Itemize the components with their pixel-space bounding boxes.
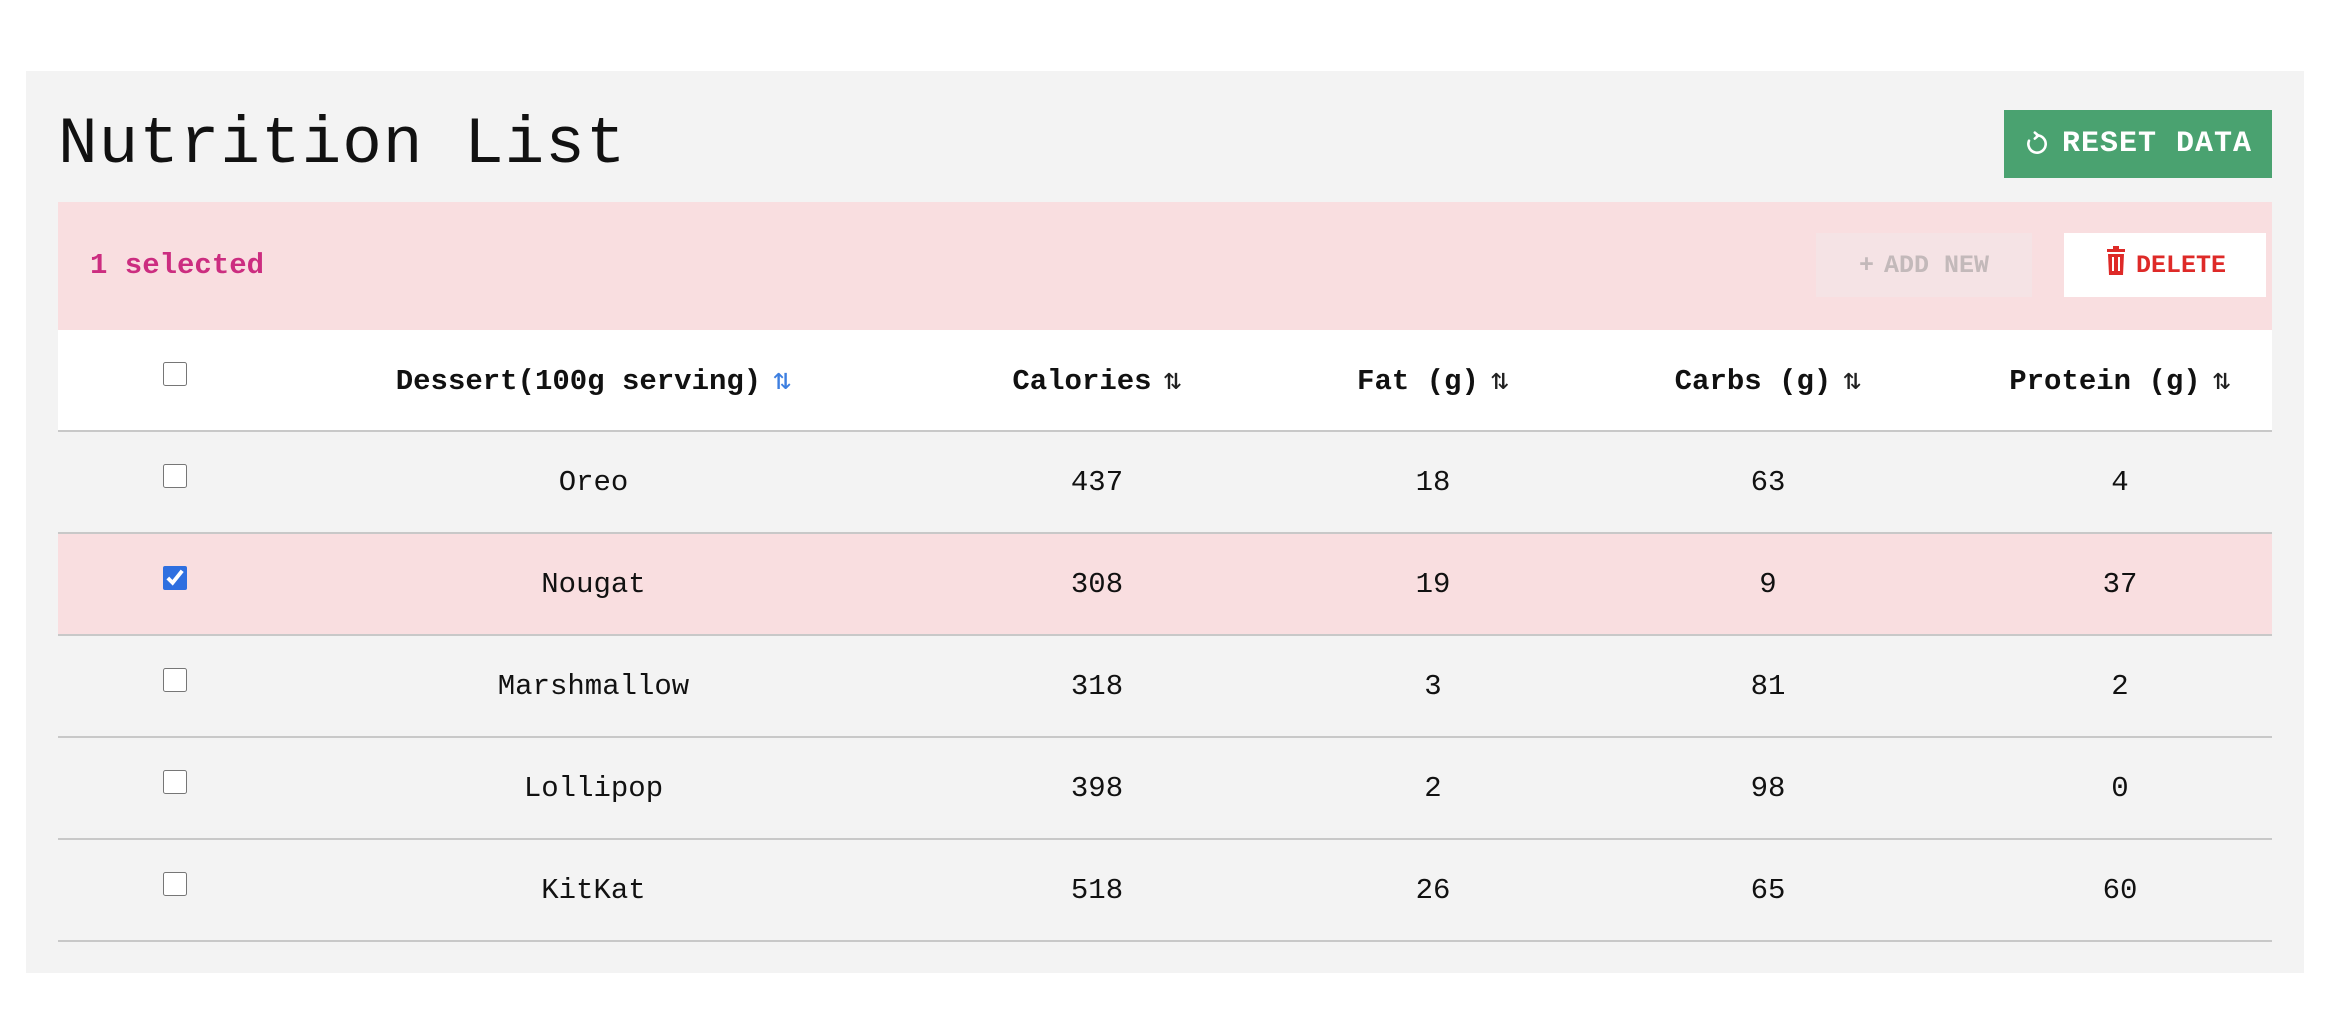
- column-header-carbs[interactable]: Carbs (g) ⇅: [1568, 330, 1968, 431]
- table-header-row: Dessert(100g serving) ⇅ Calories ⇅ Fat (g)…: [58, 330, 2272, 431]
- column-header-protein[interactable]: Protein (g) ⇅: [1968, 330, 2272, 431]
- dessert-cell: Nougat: [541, 567, 646, 601]
- row-checkbox[interactable]: [162, 667, 187, 692]
- carbs-cell: 65: [1750, 873, 1786, 907]
- row-checkbox[interactable]: [162, 871, 187, 896]
- nutrition-table: Dessert(100g serving) ⇅ Calories ⇅ Fat (g)…: [58, 330, 2272, 942]
- row-checkbox[interactable]: [162, 769, 187, 794]
- refresh-icon: [2024, 131, 2050, 157]
- carbs-cell: 98: [1750, 771, 1786, 805]
- protein-cell: 37: [2102, 567, 2138, 601]
- sort-arrows-icon[interactable]: ⇅: [1491, 362, 1509, 399]
- column-header-dessert[interactable]: Dessert(100g serving) ⇅: [291, 330, 896, 431]
- dessert-cell: Lollipop: [523, 771, 664, 805]
- row-select-cell: [58, 533, 291, 635]
- row-select-cell: [58, 839, 291, 941]
- calories-cell: 437: [1070, 465, 1124, 499]
- reset-data-button[interactable]: RESET DATA: [2004, 110, 2272, 178]
- row-checkbox[interactable]: [162, 463, 187, 488]
- row-checkbox[interactable]: [162, 565, 187, 590]
- table-row[interactable]: Marshmallow 318 3 81 2: [58, 635, 2272, 737]
- calories-cell: 518: [1070, 873, 1124, 907]
- column-header-fat[interactable]: Fat (g) ⇅: [1298, 330, 1568, 431]
- fat-cell: 2: [1424, 771, 1442, 805]
- trash-icon: [2104, 246, 2128, 284]
- dessert-cell: KitKat: [541, 873, 646, 907]
- fat-cell: 3: [1424, 669, 1442, 703]
- calories-cell: 308: [1070, 567, 1124, 601]
- page-title: Nutrition List: [58, 107, 627, 182]
- protein-cell: 2: [2111, 669, 2129, 703]
- delete-label: DELETE: [2135, 250, 2226, 280]
- nutrition-panel: Nutrition List RESET DATA 1 selected + A…: [26, 71, 2304, 973]
- table-row[interactable]: Nougat 308 19 9 37: [58, 533, 2272, 635]
- table-row[interactable]: Oreo 437 18 63 4: [58, 431, 2272, 533]
- protein-cell: 4: [2111, 465, 2129, 499]
- column-label: Carbs (g): [1674, 364, 1832, 398]
- calories-cell: 318: [1070, 669, 1124, 703]
- sort-arrows-icon[interactable]: ⇅: [773, 362, 791, 399]
- nutrition-table-wrapper: Dessert(100g serving) ⇅ Calories ⇅ Fat (g)…: [58, 330, 2272, 942]
- protein-cell: 60: [2102, 873, 2138, 907]
- row-select-cell: [58, 635, 291, 737]
- fat-cell: 18: [1415, 465, 1451, 499]
- selection-toolbar: 1 selected + ADD NEW DELETE: [58, 202, 2272, 330]
- carbs-cell: 63: [1750, 465, 1786, 499]
- sort-arrows-icon[interactable]: ⇅: [1164, 362, 1182, 399]
- table-row[interactable]: KitKat 518 26 65 60: [58, 839, 2272, 941]
- carbs-cell: 9: [1759, 567, 1777, 601]
- fat-cell: 19: [1415, 567, 1451, 601]
- select-all-checkbox[interactable]: [162, 361, 187, 386]
- add-new-label: ADD NEW: [1883, 250, 1990, 280]
- delete-button[interactable]: DELETE: [2064, 233, 2266, 297]
- dessert-cell: Marshmallow: [497, 669, 690, 703]
- table-row[interactable]: Lollipop 398 2 98 0: [58, 737, 2272, 839]
- carbs-cell: 81: [1750, 669, 1786, 703]
- calories-cell: 398: [1070, 771, 1124, 805]
- column-label: Protein (g): [2009, 364, 2201, 398]
- row-select-cell: [58, 737, 291, 839]
- fat-cell: 26: [1415, 873, 1451, 907]
- sort-arrows-icon[interactable]: ⇅: [2213, 362, 2231, 399]
- sort-arrows-icon[interactable]: ⇅: [1843, 362, 1861, 399]
- column-label: Fat (g): [1357, 364, 1479, 398]
- protein-cell: 0: [2111, 771, 2129, 805]
- select-all-cell: [58, 330, 291, 431]
- column-header-calories[interactable]: Calories ⇅: [896, 330, 1298, 431]
- column-label: Dessert(100g serving): [395, 364, 762, 398]
- plus-icon: +: [1858, 250, 1874, 280]
- row-select-cell: [58, 431, 291, 533]
- dessert-cell: Oreo: [558, 465, 629, 499]
- add-new-button[interactable]: + ADD NEW: [1816, 233, 2032, 297]
- reset-data-label: RESET DATA: [2061, 127, 2253, 161]
- selected-count: 1 selected: [90, 249, 265, 282]
- column-label: Calories: [1012, 364, 1152, 398]
